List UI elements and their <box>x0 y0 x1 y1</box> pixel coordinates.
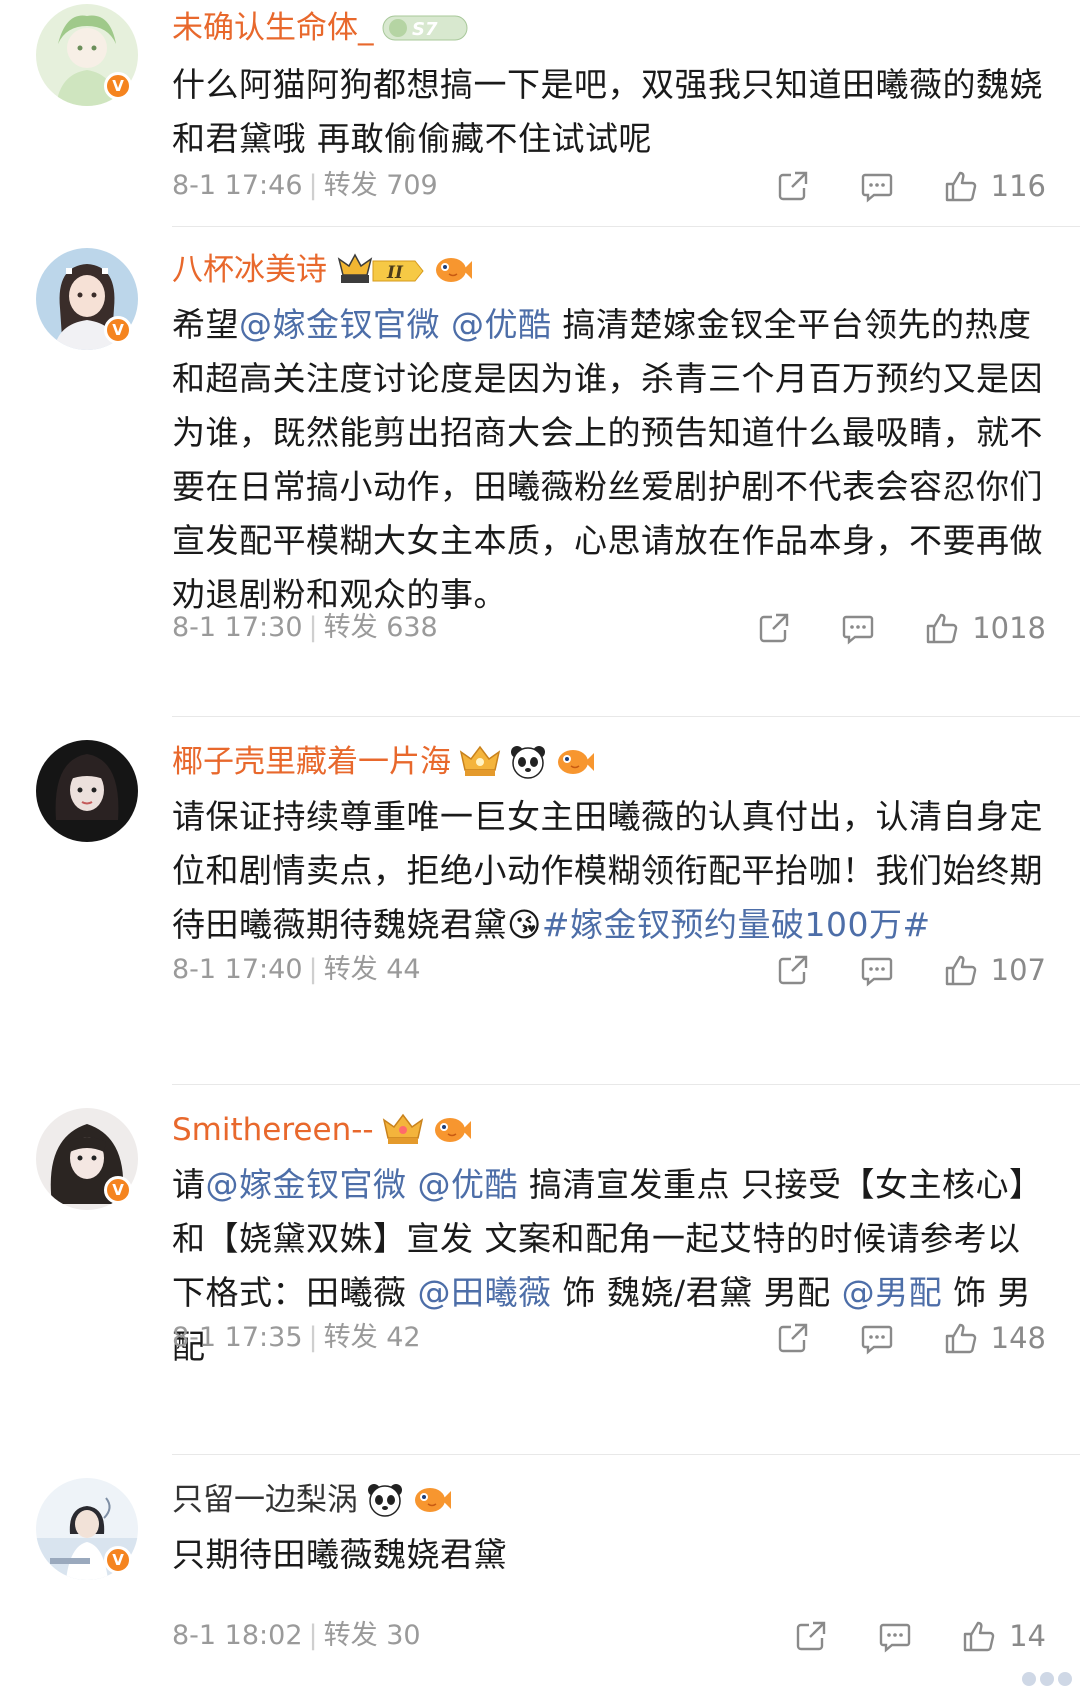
hashtag-link[interactable]: #嫁金钗预约量破100万# <box>542 905 931 944</box>
panda-badge-icon <box>509 744 547 780</box>
comment-text: 什么阿猫阿狗都想搞一下是吧，双强我只知道田曦薇的魏娆和君黛哦 再敢偷偷藏不住试试… <box>172 65 1043 158</box>
comment-meta: 8-1 18:02 | 转发 30 <box>172 1620 421 1651</box>
share-icon[interactable] <box>754 608 794 648</box>
svg-text:S7: S7 <box>412 19 438 40</box>
watermark-dots <box>1022 1672 1072 1686</box>
verified-badge-icon: V <box>104 72 132 100</box>
verified-badge-icon: V <box>104 1546 132 1574</box>
comment-date: 8-1 17:35 <box>172 1322 303 1353</box>
username-text: 椰子壳里藏着一片海 <box>172 744 451 780</box>
fish-badge-icon <box>555 744 595 780</box>
like-count: 116 <box>990 169 1046 203</box>
comment-body: 什么阿猫阿狗都想搞一下是吧，双强我只知道田曦薇的魏娆和君黛哦 再敢偷偷藏不住试试… <box>172 58 1052 166</box>
thumbs-up-icon[interactable] <box>941 1318 981 1358</box>
comment-meta: 8-1 17:30 | 转发 638 <box>172 612 438 643</box>
mention-link[interactable]: @嫁金钗官微 <box>239 305 440 344</box>
mention-link[interactable]: @嫁金钗官微 <box>206 1165 407 1204</box>
crown-badge-icon <box>459 744 501 780</box>
fish-badge-icon <box>412 1482 452 1518</box>
comment-icon[interactable] <box>857 166 897 206</box>
comment-body: 希望@嫁金钗官微 @优酷 搞清楚嫁金钗全平台领先的热度和超高关注度讨论度是因为谁… <box>172 298 1052 622</box>
panda-badge-icon <box>366 1482 404 1518</box>
repost-label[interactable]: 转发 <box>324 954 378 985</box>
comment-meta: 8-1 17:40 | 转发 44 <box>172 954 421 985</box>
thumbs-up-icon[interactable] <box>941 950 981 990</box>
divider <box>172 1454 1080 1455</box>
repost-count: 709 <box>386 170 438 201</box>
comment-icon[interactable] <box>857 1318 897 1358</box>
level-s7-badge-icon: S7 <box>382 13 468 43</box>
verified-badge-icon: V <box>104 1176 132 1204</box>
comment-actions: 107 <box>773 950 1046 990</box>
crown-level-ii-badge-icon: II <box>335 251 425 289</box>
comment-text: 只期待田曦薇魏娆君黛 <box>172 1535 507 1574</box>
comment-date: 8-1 17:40 <box>172 954 303 985</box>
username[interactable]: 椰子壳里藏着一片海 <box>172 742 595 782</box>
repost-label[interactable]: 转发 <box>324 612 378 643</box>
comment-text <box>407 1165 418 1204</box>
username[interactable]: Smithereen-- <box>172 1110 472 1150</box>
comment-actions: 14 <box>791 1616 1046 1656</box>
crown-badge-icon <box>382 1112 424 1148</box>
share-icon[interactable] <box>773 166 813 206</box>
thumbs-up-icon[interactable] <box>959 1616 999 1656</box>
repost-label[interactable]: 转发 <box>324 1322 378 1353</box>
username-text: 只留一边梨涡 <box>172 1482 358 1518</box>
comment-date: 8-1 17:30 <box>172 612 303 643</box>
share-icon[interactable] <box>773 1318 813 1358</box>
repost-count: 42 <box>386 1322 421 1353</box>
comment-meta: 8-1 17:35 | 转发 42 <box>172 1322 421 1353</box>
comment-text: 饰 魏娆/君黛 男配 <box>551 1273 842 1312</box>
comment-icon[interactable] <box>875 1616 915 1656</box>
svg-text:II: II <box>386 263 404 283</box>
divider <box>172 226 1080 227</box>
thumbs-up-icon[interactable] <box>922 608 962 648</box>
comment-body: 请保证持续尊重唯一巨女主田曦薇的认真付出，认清自身定位和剧情卖点，拒绝小动作模糊… <box>172 790 1052 952</box>
username-text: 未确认生命体_ <box>172 10 374 46</box>
username-text: 八杯冰美诗 <box>172 252 327 288</box>
comment-text: 请 <box>172 1165 206 1204</box>
like-count: 148 <box>990 1321 1046 1355</box>
share-icon[interactable] <box>773 950 813 990</box>
username-text: Smithereen-- <box>172 1112 374 1148</box>
repost-count: 638 <box>386 612 438 643</box>
like-count: 14 <box>1009 1619 1046 1653</box>
mention-link[interactable]: @优酷 <box>418 1165 519 1204</box>
comment-icon[interactable] <box>857 950 897 990</box>
comment-actions: 1018 <box>754 608 1046 648</box>
comment-text: 搞清楚嫁金钗全平台领先的热度和超高关注度讨论度是因为谁，杀青三个月百万预约又是因… <box>172 305 1043 614</box>
comment-actions: 148 <box>773 1318 1046 1358</box>
username[interactable]: 只留一边梨涡 <box>172 1480 452 1520</box>
username[interactable]: 未确认生命体_ S7 <box>172 8 468 48</box>
fish-badge-icon <box>433 252 473 288</box>
comment-body: 只期待田曦薇魏娆君黛 <box>172 1528 1052 1582</box>
comment-text: 希望 <box>172 305 239 344</box>
thumbs-up-icon[interactable] <box>941 166 981 206</box>
comment-date: 8-1 17:46 <box>172 170 303 201</box>
kiss-emoji-icon: 😘 <box>507 905 542 944</box>
like-count: 1018 <box>972 611 1046 645</box>
fish-badge-icon <box>432 1112 472 1148</box>
share-icon[interactable] <box>791 1616 831 1656</box>
divider <box>172 1084 1080 1085</box>
verified-badge-icon: V <box>104 316 132 344</box>
like-count: 107 <box>990 953 1046 987</box>
avatar[interactable] <box>36 740 138 842</box>
repost-label[interactable]: 转发 <box>324 170 378 201</box>
comment-date: 8-1 18:02 <box>172 1620 303 1651</box>
comment-actions: 116 <box>773 166 1046 206</box>
repost-count: 30 <box>386 1620 421 1651</box>
mention-link[interactable]: @优酷 <box>451 305 552 344</box>
repost-count: 44 <box>386 954 421 985</box>
comment-text <box>440 305 451 344</box>
divider <box>172 716 1080 717</box>
username[interactable]: 八杯冰美诗 II <box>172 250 473 290</box>
comment-meta: 8-1 17:46 | 转发 709 <box>172 170 438 201</box>
comment-icon[interactable] <box>838 608 878 648</box>
mention-link[interactable]: @男配 <box>842 1273 943 1312</box>
mention-link[interactable]: @田曦薇 <box>418 1273 552 1312</box>
repost-label[interactable]: 转发 <box>324 1620 378 1651</box>
